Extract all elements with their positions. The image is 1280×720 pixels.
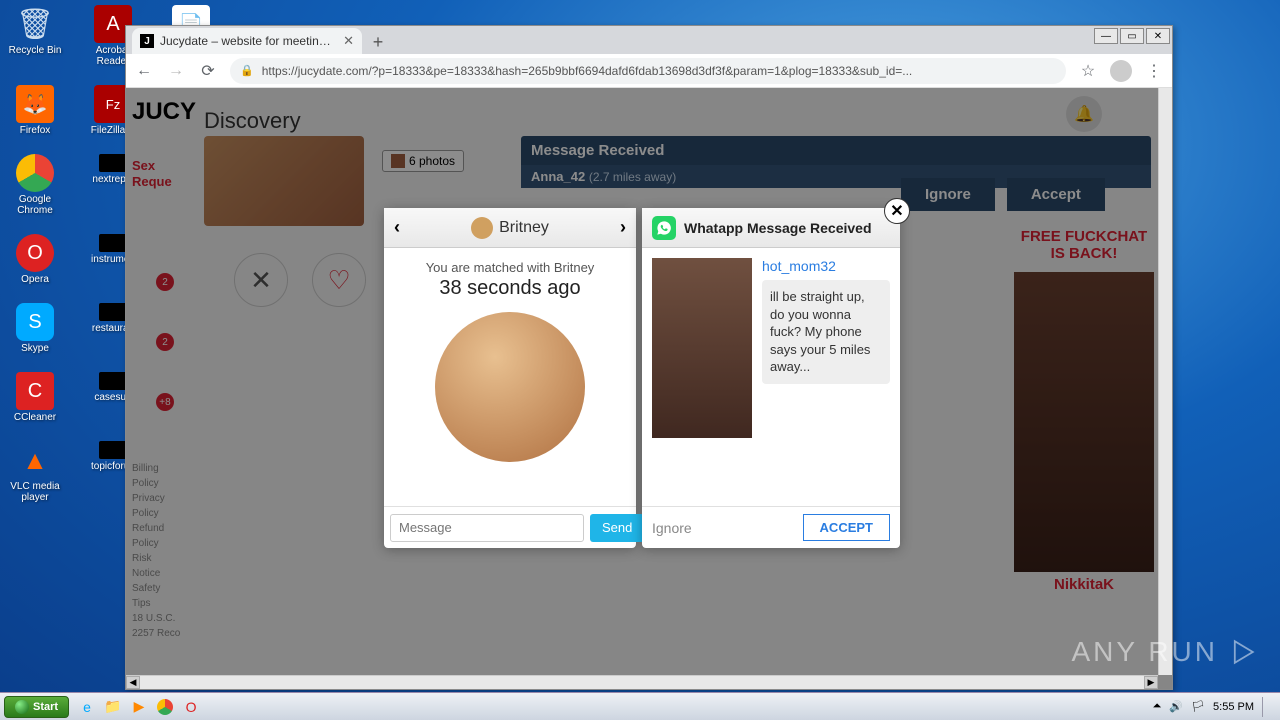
forward-button[interactable]: → [166,62,186,80]
address-bar: ← → ⟳ 🔒 https://jucydate.com/?p=18333&pe… [126,54,1172,88]
star-icon[interactable]: ☆ [1078,61,1098,81]
chrome-icon[interactable]: Google Chrome [5,154,65,216]
whatsapp-title: Whatapp Message Received [684,220,872,236]
whatsapp-accept-button[interactable]: ACCEPT [803,514,890,541]
new-tab-button[interactable]: + [366,30,390,54]
match-photo [435,312,585,462]
system-tray: ⏶ 🔊 🏳 5:55 PM [1153,697,1276,717]
taskbar: Start e 📁 ▶ O ⏶ 🔊 🏳 5:55 PM [0,692,1280,720]
browser-tab[interactable]: J Jucydate – website for meetings! C ✕ [132,28,362,54]
page-content: JUCY Discovery 🔔 Sex Reque 2 2 +8 Billin… [126,88,1172,689]
avatar [471,217,493,239]
clock[interactable]: 5:55 PM [1213,701,1254,713]
skype-icon[interactable]: SSkype [5,303,65,354]
flag-icon[interactable]: 🏳 [1191,700,1205,713]
url-text: https://jucydate.com/?p=18333&pe=18333&h… [262,64,913,78]
whatsapp-icon [652,216,676,240]
minimize-button[interactable]: — [1094,28,1118,44]
tab-title: Jucydate – website for meetings! C [160,34,337,48]
chevron-left-icon[interactable]: ‹ [394,217,400,238]
lock-icon: 🔒 [240,64,254,77]
url-input[interactable]: 🔒 https://jucydate.com/?p=18333&pe=18333… [230,58,1066,84]
favicon-icon: J [140,34,154,48]
tray-icon[interactable]: ⏶ [1153,700,1162,713]
tab-bar: J Jucydate – website for meetings! C ✕ + [126,26,1172,54]
ccleaner-icon[interactable]: CCCleaner [5,372,65,423]
taskbar-media-icon[interactable]: ▶ [129,697,149,717]
chevron-right-icon[interactable]: › [620,217,626,238]
taskbar-chrome-icon[interactable] [155,697,175,717]
reload-button[interactable]: ⟳ [198,61,218,81]
whatsapp-message: ill be straight up, do you wonna fuck? M… [762,280,890,384]
start-button[interactable]: Start [4,696,69,718]
match-name: Britney [499,219,549,237]
close-icon[interactable]: ✕ [884,198,910,224]
watermark: ANY RUN [1071,634,1260,670]
taskbar-opera-icon[interactable]: O [181,697,201,717]
match-text: You are matched with Britney [426,260,595,275]
desktop: 🗑Recycle Bin AAcrobat Reader 📄 🦊Firefox … [0,0,1280,720]
match-popup: ‹ Britney › You are matched with Britney… [384,208,636,548]
close-window-button[interactable]: ✕ [1146,28,1170,44]
profile-icon[interactable] [1110,60,1132,82]
firefox-icon[interactable]: 🦊Firefox [5,85,65,136]
match-time: 38 seconds ago [439,277,580,300]
chrome-window: — ▭ ✕ J Jucydate – website for meetings!… [125,25,1173,690]
show-desktop[interactable] [1262,697,1276,717]
whatsapp-photo [652,258,752,438]
whatsapp-popup: ✕ Whatapp Message Received hot_mom32 ill… [642,208,900,548]
message-input[interactable] [390,514,584,542]
tab-close-icon[interactable]: ✕ [343,33,354,49]
taskbar-explorer-icon[interactable]: 📁 [103,697,123,717]
menu-icon[interactable]: ⋮ [1144,61,1164,81]
send-button[interactable]: Send [590,514,644,542]
horizontal-scrollbar[interactable]: ◀▶ [126,675,1158,689]
vlc-icon[interactable]: ▲VLC media player [5,441,65,503]
whatsapp-ignore-button[interactable]: Ignore [652,520,692,536]
back-button[interactable]: ← [134,62,154,80]
maximize-button[interactable]: ▭ [1120,28,1144,44]
vertical-scrollbar[interactable] [1158,88,1172,675]
opera-icon[interactable]: OOpera [5,234,65,285]
whatsapp-username[interactable]: hot_mom32 [762,258,890,274]
sound-icon[interactable]: 🔊 [1169,700,1183,713]
recycle-bin-icon[interactable]: 🗑Recycle Bin [5,5,65,67]
taskbar-ie-icon[interactable]: e [77,697,97,717]
